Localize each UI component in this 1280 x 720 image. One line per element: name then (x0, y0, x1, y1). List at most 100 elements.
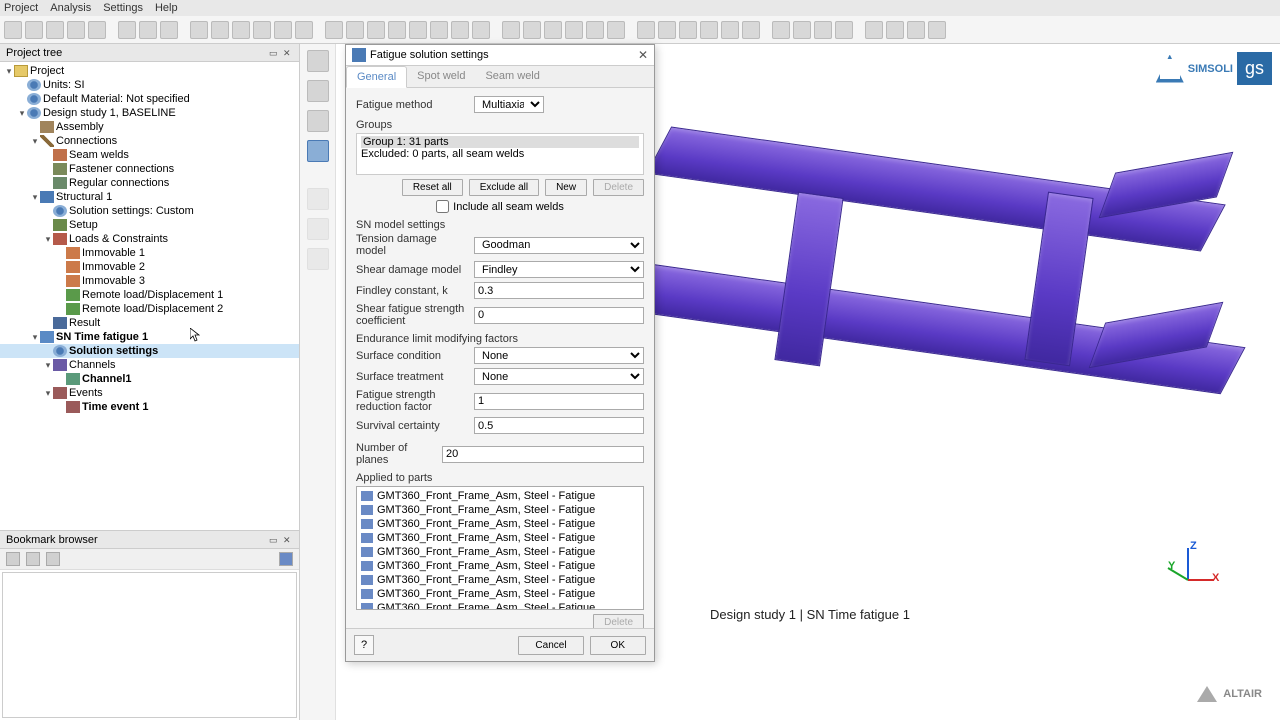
tree-item[interactable]: Solution settings: Custom (0, 204, 299, 218)
toolbar-btn-1[interactable] (25, 21, 43, 39)
bm-tool-2[interactable] (26, 552, 40, 566)
tree-item[interactable]: ▾Connections (0, 134, 299, 148)
toolbar-btn-25[interactable] (565, 21, 583, 39)
part-row[interactable]: GMT360_Front_Frame_Asm, Steel - Fatigue (359, 489, 641, 503)
tab-spot-weld[interactable]: Spot weld (407, 66, 475, 87)
toolbar-btn-39[interactable] (886, 21, 904, 39)
menu-project[interactable]: Project (4, 2, 38, 14)
tension-select[interactable]: Goodman (474, 237, 644, 254)
toolbar-btn-41[interactable] (928, 21, 946, 39)
toolbar-btn-37[interactable] (835, 21, 853, 39)
tree-item[interactable]: Remote load/Displacement 1 (0, 288, 299, 302)
toolbar-btn-0[interactable] (4, 21, 22, 39)
toolbar-btn-24[interactable] (544, 21, 562, 39)
toolbar-btn-23[interactable] (523, 21, 541, 39)
toolbar-btn-5[interactable] (118, 21, 136, 39)
part-row[interactable]: GMT360_Front_Frame_Asm, Steel - Fatigue (359, 503, 641, 517)
camera-icon[interactable] (279, 552, 293, 566)
surfcond-select[interactable]: None (474, 347, 644, 364)
tree-item[interactable]: ▾Project (0, 64, 299, 78)
part-row[interactable]: GMT360_Front_Frame_Asm, Steel - Fatigue (359, 601, 641, 610)
toolbar-btn-13[interactable] (295, 21, 313, 39)
help-button[interactable]: ? (354, 635, 374, 655)
part-row[interactable]: GMT360_Front_Frame_Asm, Steel - Fatigue (359, 587, 641, 601)
vp-btn-3[interactable] (307, 110, 329, 132)
tree-item[interactable]: Immovable 2 (0, 260, 299, 274)
toolbar-btn-11[interactable] (253, 21, 271, 39)
menu-analysis[interactable]: Analysis (50, 2, 91, 14)
include-seam-checkbox[interactable] (436, 200, 449, 213)
vp-btn-5[interactable] (307, 188, 329, 210)
part-row[interactable]: GMT360_Front_Frame_Asm, Steel - Fatigue (359, 559, 641, 573)
exclude-all-button[interactable]: Exclude all (469, 179, 539, 196)
panel-close-icon[interactable]: ✕ (283, 48, 293, 58)
parts-list[interactable]: GMT360_Front_Frame_Asm, Steel - FatigueG… (356, 486, 644, 610)
delete-button[interactable]: Delete (593, 179, 644, 196)
tree-item[interactable]: Immovable 3 (0, 274, 299, 288)
vp-btn-2[interactable] (307, 80, 329, 102)
planes-input[interactable] (442, 446, 644, 463)
toolbar-btn-4[interactable] (88, 21, 106, 39)
findley-input[interactable] (474, 282, 644, 299)
vp-btn-6[interactable] (307, 218, 329, 240)
toolbar-btn-36[interactable] (814, 21, 832, 39)
tree-item[interactable]: Result (0, 316, 299, 330)
toolbar-btn-9[interactable] (211, 21, 229, 39)
toolbar-btn-32[interactable] (721, 21, 739, 39)
tree-item[interactable]: Regular connections (0, 176, 299, 190)
tree-item[interactable]: Immovable 1 (0, 246, 299, 260)
tree-item[interactable]: Solution settings (0, 344, 299, 358)
part-row[interactable]: GMT360_Front_Frame_Asm, Steel - Fatigue (359, 573, 641, 587)
toolbar-btn-30[interactable] (679, 21, 697, 39)
toolbar-btn-8[interactable] (190, 21, 208, 39)
toolbar-btn-40[interactable] (907, 21, 925, 39)
toolbar-btn-35[interactable] (793, 21, 811, 39)
cancel-button[interactable]: Cancel (518, 636, 583, 655)
toolbar-btn-34[interactable] (772, 21, 790, 39)
toolbar-btn-17[interactable] (388, 21, 406, 39)
tree-item[interactable]: ▾SN Time fatigue 1 (0, 330, 299, 344)
toolbar-btn-19[interactable] (430, 21, 448, 39)
tree-item[interactable]: Time event 1 (0, 400, 299, 414)
tree-item[interactable]: Fastener connections (0, 162, 299, 176)
panel-pin-icon[interactable]: ▭ (269, 48, 279, 58)
part-row[interactable]: GMT360_Front_Frame_Asm, Steel - Fatigue (359, 531, 641, 545)
close-icon[interactable]: ✕ (638, 48, 648, 62)
toolbar-btn-3[interactable] (67, 21, 85, 39)
toolbar-btn-22[interactable] (502, 21, 520, 39)
tree-item[interactable]: Units: SI (0, 78, 299, 92)
strength-input[interactable] (474, 393, 644, 410)
vp-btn-7[interactable] (307, 248, 329, 270)
toolbar-btn-26[interactable] (586, 21, 604, 39)
tree-item[interactable]: ▾Loads & Constraints (0, 232, 299, 246)
bm-tool-1[interactable] (6, 552, 20, 566)
toolbar-btn-16[interactable] (367, 21, 385, 39)
new-button[interactable]: New (545, 179, 587, 196)
coeff-input[interactable] (474, 307, 644, 324)
toolbar-btn-12[interactable] (274, 21, 292, 39)
axis-triad[interactable]: Z Y X (1158, 540, 1228, 610)
shear-select[interactable]: Findley (474, 261, 644, 278)
toolbar-btn-29[interactable] (658, 21, 676, 39)
toolbar-btn-33[interactable] (742, 21, 760, 39)
survival-input[interactable] (474, 417, 644, 434)
tab-general[interactable]: General (346, 66, 407, 88)
toolbar-btn-28[interactable] (637, 21, 655, 39)
toolbar-btn-20[interactable] (451, 21, 469, 39)
tree-item[interactable]: ▾Structural 1 (0, 190, 299, 204)
toolbar-btn-14[interactable] (325, 21, 343, 39)
toolbar-btn-10[interactable] (232, 21, 250, 39)
menu-help[interactable]: Help (155, 2, 178, 14)
toolbar-btn-2[interactable] (46, 21, 64, 39)
dialog-titlebar[interactable]: Fatigue solution settings ✕ (346, 45, 654, 66)
surftreat-select[interactable]: None (474, 368, 644, 385)
group-row[interactable]: Excluded: 0 parts, all seam welds (361, 148, 639, 160)
project-tree[interactable]: ▾ProjectUnits: SIDefault Material: Not s… (0, 62, 299, 530)
tree-item[interactable]: ▾Events (0, 386, 299, 400)
toolbar-btn-7[interactable] (160, 21, 178, 39)
groups-list[interactable]: Group 1: 31 parts Excluded: 0 parts, all… (356, 133, 644, 175)
toolbar-btn-27[interactable] (607, 21, 625, 39)
toolbar-btn-31[interactable] (700, 21, 718, 39)
tree-item[interactable]: Remote load/Displacement 2 (0, 302, 299, 316)
toolbar-btn-21[interactable] (472, 21, 490, 39)
